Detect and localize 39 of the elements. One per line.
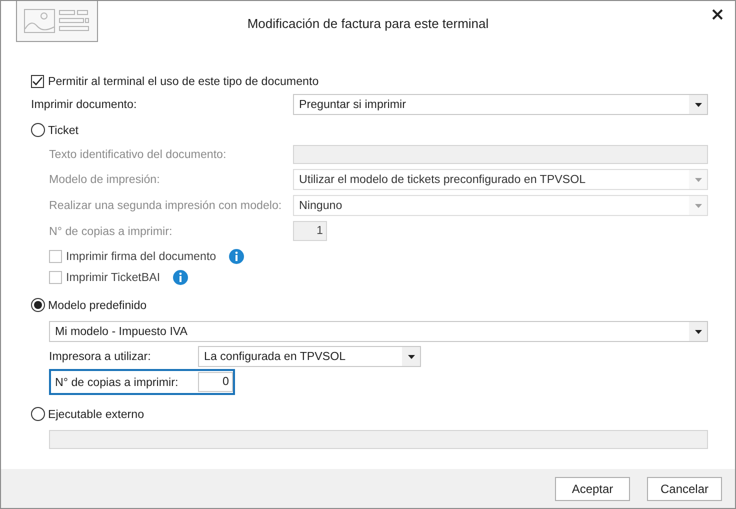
caret-icon: [694, 178, 702, 182]
radio-button[interactable]: [31, 298, 45, 312]
checkbox-label: Imprimir firma del documento: [66, 250, 216, 262]
cancel-button[interactable]: Cancelar: [647, 476, 722, 500]
window-title: Modificación de factura para este terminal: [247, 16, 489, 31]
caret-icon: [408, 354, 414, 358]
caret-icon: [694, 204, 702, 208]
checkbox[interactable]: [49, 270, 62, 284]
checkbox-label: Imprimir TicketBAI: [66, 270, 160, 284]
text-field[interactable]: [49, 430, 708, 449]
field-label: Realizar una segunda impresión con modelo:: [49, 199, 283, 212]
image-placeholder-drawing: [24, 8, 90, 34]
checkbox-label: Permitir al terminal el uso de este tipo de documento: [48, 74, 319, 88]
checkbox[interactable]: [49, 250, 62, 262]
caret-icon: [694, 102, 702, 106]
radio-button[interactable]: [31, 123, 45, 137]
number-field[interactable]: 0: [198, 372, 233, 392]
field-label: Impresora a utilizar:: [49, 350, 152, 363]
radio-button[interactable]: [31, 407, 45, 421]
caret-icon: [694, 330, 702, 334]
dropdown[interactable]: Mi modelo - Impuesto IVA: [49, 321, 708, 342]
field-label: N° de copias a imprimir:: [55, 376, 180, 388]
accept-button[interactable]: Aceptar: [555, 476, 630, 500]
dropdown[interactable]: Ninguno: [293, 195, 708, 216]
field-label: Texto identificativo del documento:: [49, 148, 228, 161]
radio-label: Modelo predefinido: [48, 298, 147, 312]
field-label: N° de copias a imprimir:: [49, 224, 174, 238]
checkmark-icon: [32, 76, 43, 86]
number-field[interactable]: 1: [293, 221, 327, 241]
dropdown[interactable]: La configurada en TPVSOL: [198, 346, 421, 367]
checkbox[interactable]: [31, 74, 44, 88]
dropdown[interactable]: Utilizar el modelo de tickets preconfigurado en TPVSOL: [293, 169, 708, 190]
field-label: Imprimir documento:: [31, 98, 138, 111]
field-label: Modelo de impresión:: [49, 173, 161, 186]
text-field[interactable]: [293, 145, 708, 164]
close-icon[interactable]: [712, 9, 723, 20]
dropdown[interactable]: Preguntar si imprimir: [293, 94, 708, 115]
radio-label: Ticket: [48, 124, 78, 136]
radio-label: Ejecutable externo: [48, 408, 144, 420]
